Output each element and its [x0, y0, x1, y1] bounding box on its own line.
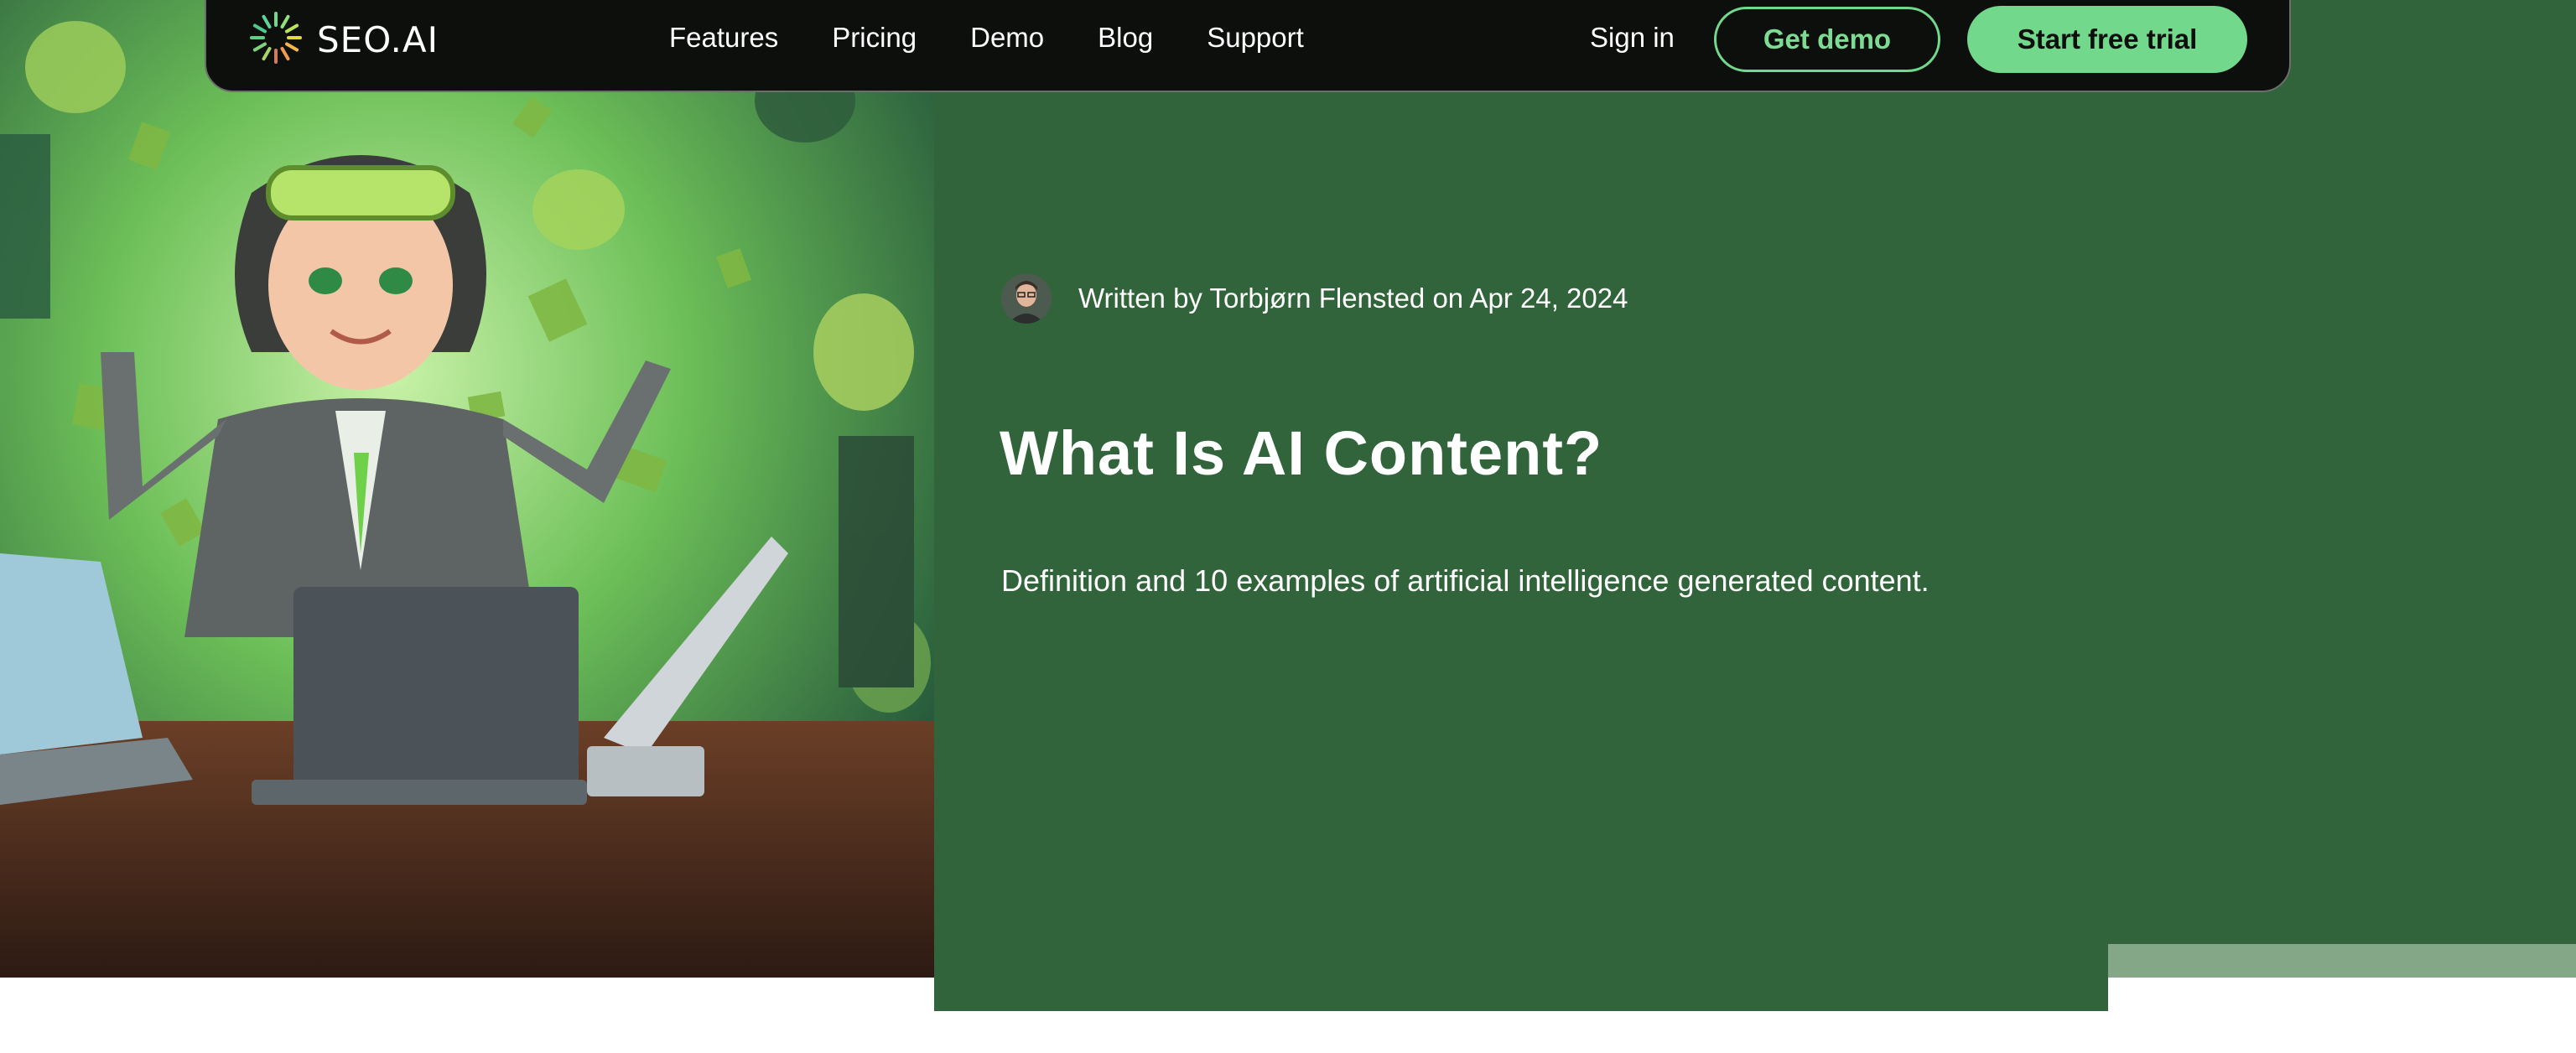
nav-links: Features Pricing Demo Blog Support [669, 8, 1358, 67]
get-demo-button[interactable]: Get demo [1714, 7, 1940, 72]
hero-accent-strip [2108, 944, 2576, 978]
brand-logo[interactable]: SEO.AI [247, 10, 439, 69]
byline-text: Written by Torbjørn Flensted on Apr 24, … [1078, 283, 1628, 314]
nav-link-blog[interactable]: Blog [1098, 22, 1153, 54]
brand-name: SEO.AI [317, 18, 439, 60]
nav-link-demo[interactable]: Demo [970, 22, 1044, 54]
nav-link-pricing[interactable]: Pricing [832, 22, 917, 54]
hero-panel-bottom [934, 944, 2108, 1011]
page-subtitle: Definition and 10 examples of artificial… [1001, 563, 1929, 598]
nav-link-features[interactable]: Features [669, 22, 778, 54]
nav-link-support[interactable]: Support [1207, 22, 1304, 54]
hero-illustration [0, 0, 934, 978]
top-navbar: SEO.AI Features Pricing Demo Blog Suppor… [205, 0, 2291, 92]
starburst-logo-icon [247, 8, 305, 71]
page-title: What Is AI Content? [1000, 418, 1603, 488]
start-free-trial-button[interactable]: Start free trial [1967, 6, 2247, 73]
article-byline: Written by Torbjørn Flensted on Apr 24, … [1001, 273, 1628, 324]
sign-in-link[interactable]: Sign in [1590, 8, 1675, 67]
author-avatar [1001, 273, 1052, 324]
